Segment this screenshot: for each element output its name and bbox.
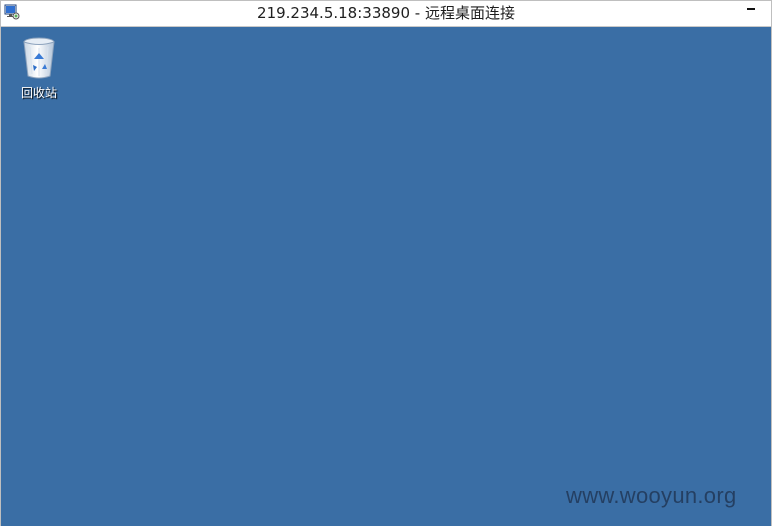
window-title: 219.234.5.18:33890 - 远程桌面连接 (257, 4, 515, 22)
desktop[interactable]: 回收站 www.wooyun.org (1, 26, 771, 526)
recycle-bin-icon (23, 37, 55, 79)
remote-desktop-window: 219.234.5.18:33890 - 远程桌面连接 回收站 www.wooy… (0, 0, 772, 526)
title-bar[interactable]: 219.234.5.18:33890 - 远程桌面连接 (1, 1, 771, 26)
recycle-bin-label: 回收站 (20, 86, 57, 100)
desktop-icon-recycle-bin[interactable]: 回收站 (11, 33, 67, 101)
minimize-icon (747, 8, 755, 10)
watermark: www.wooyun.org (566, 483, 737, 508)
minimize-button[interactable] (738, 1, 764, 23)
